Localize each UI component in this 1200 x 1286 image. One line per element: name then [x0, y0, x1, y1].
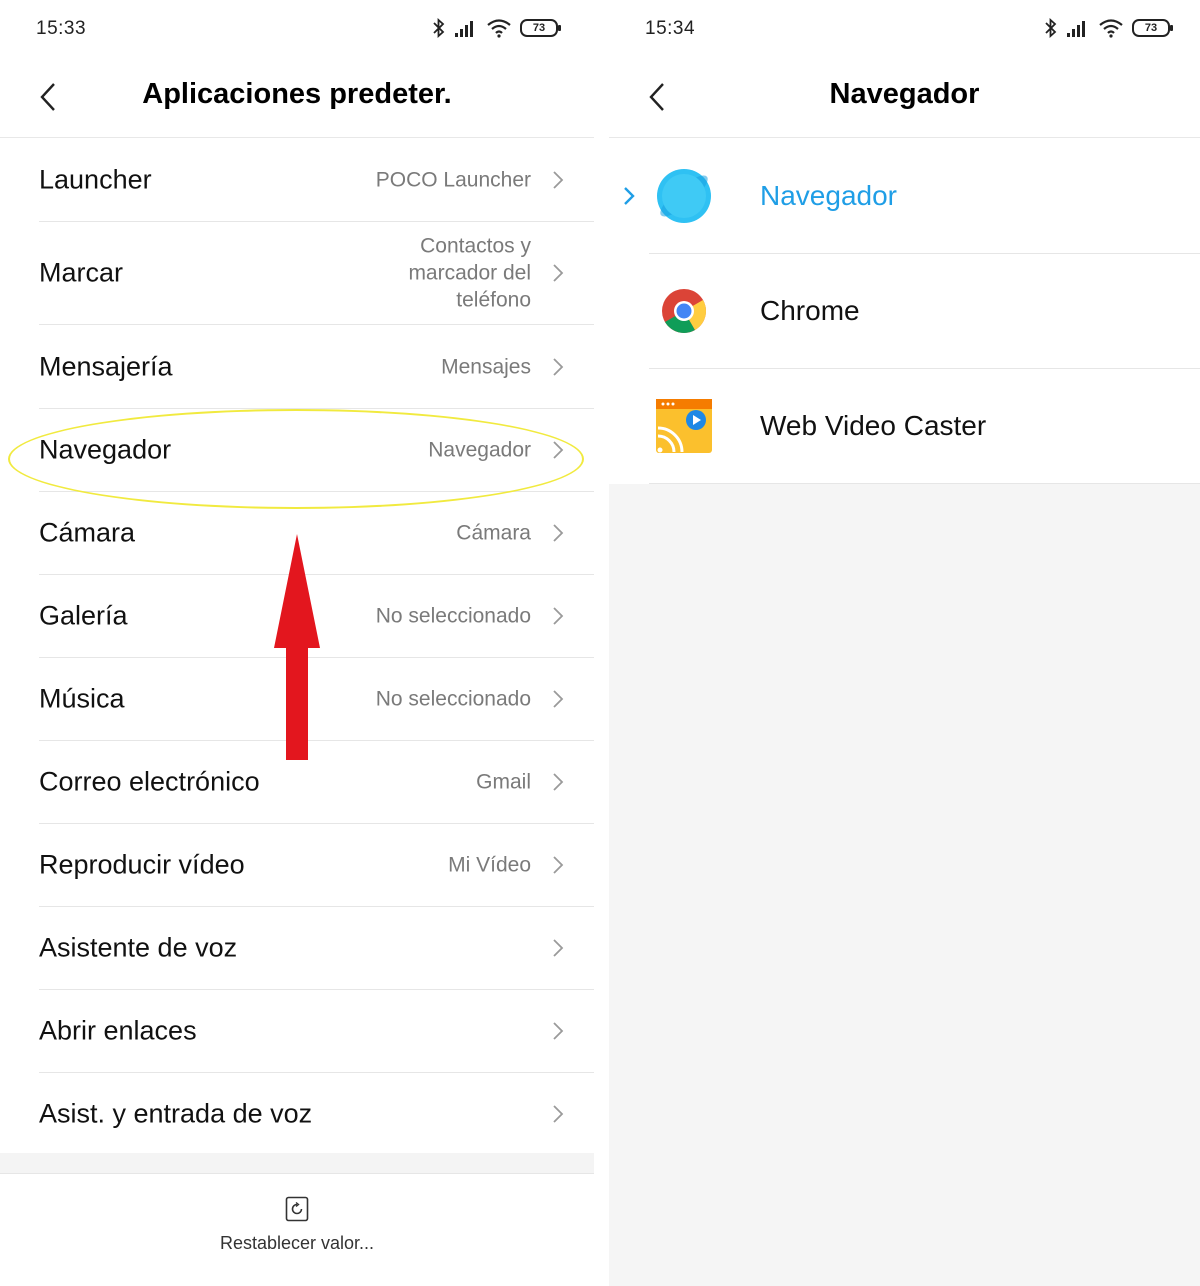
default-apps-screen: 15:33 73 Aplicaciones predeter. Launcher…: [0, 0, 594, 1286]
reset-icon: [285, 1196, 309, 1222]
app-name: Chrome: [760, 295, 860, 326]
status-time: 15:33: [36, 18, 87, 39]
status-icons: 73: [432, 16, 561, 40]
red-arrow-annotation: [274, 534, 320, 760]
settings-item-video-player[interactable]: Reproducir vídeo Mi Vídeo: [39, 823, 594, 907]
settings-item-voice-assistant[interactable]: Asistente de voz: [39, 906, 594, 990]
chevron-right-icon: [553, 170, 564, 189]
app-name: Web Video Caster: [760, 410, 987, 441]
settings-item-voice-input[interactable]: Asist. y entrada de voz: [39, 1072, 594, 1155]
settings-item-launcher[interactable]: Launcher POCO Launcher: [39, 138, 594, 222]
screen-divider: [594, 0, 609, 1286]
settings-item-dialer[interactable]: Marcar Contactos y marcador del teléfono: [39, 221, 594, 325]
signal-icon: [455, 21, 473, 37]
app-name: Navegador: [760, 180, 897, 211]
reset-label: Restablecer valor...: [219, 1233, 375, 1253]
section-divider: [0, 1153, 594, 1174]
item-value: No seleccionado: [375, 687, 531, 710]
header: Aplicaciones predeter.: [0, 58, 594, 138]
settings-item-open-links[interactable]: Abrir enlaces: [39, 989, 594, 1073]
chevron-right-icon: [553, 523, 564, 542]
chevron-right-icon: [553, 357, 564, 376]
wifi-icon: [1099, 19, 1123, 38]
item-label: Marcar: [39, 257, 124, 287]
item-label: Abrir enlaces: [39, 1015, 197, 1045]
item-value: POCO Launcher: [375, 168, 531, 191]
status-bar: 15:34 73: [609, 0, 1200, 58]
status-icons: 73: [1044, 16, 1173, 40]
browser-picker-screen: 15:34 73 Navegador Navegador Chrome Web …: [609, 0, 1200, 1286]
chevron-right-icon: [553, 689, 564, 708]
item-value: Cámara: [456, 521, 531, 544]
item-label: Correo electrónico: [39, 766, 260, 796]
item-value: Mi Vídeo: [448, 853, 531, 876]
page-title: Navegador: [829, 78, 980, 110]
battery-icon: 73: [1132, 19, 1173, 37]
chrome-icon: [662, 289, 706, 333]
chevron-right-icon: [553, 772, 564, 791]
item-value: Contactos y marcador del teléfono: [408, 234, 531, 311]
signal-icon: [1067, 21, 1085, 37]
item-value: Gmail: [476, 770, 531, 793]
app-option-web-video-caster[interactable]: Web Video Caster: [649, 369, 1200, 484]
item-label: Música: [39, 683, 125, 713]
item-label: Reproducir vídeo: [39, 849, 245, 879]
header: Navegador: [609, 58, 1200, 138]
wifi-icon: [487, 19, 511, 38]
settings-item-messaging[interactable]: Mensajería Mensajes: [39, 325, 594, 409]
web-video-caster-icon: [656, 399, 712, 453]
item-value: Mensajes: [441, 355, 531, 378]
status-bar: 15:33 73: [0, 0, 594, 58]
selected-chevron-icon: [624, 187, 635, 205]
battery-icon: 73: [520, 19, 561, 37]
item-label: Asist. y entrada de voz: [39, 1098, 313, 1128]
item-label: Asistente de voz: [39, 932, 238, 962]
item-label: Galería: [39, 600, 128, 630]
chevron-right-icon: [553, 1021, 564, 1040]
bluetooth-icon: [433, 18, 445, 38]
item-label: Cámara: [39, 517, 136, 547]
highlight-ellipse: [8, 409, 584, 509]
bluetooth-icon: [1045, 18, 1057, 38]
app-option-navegador[interactable]: Navegador: [624, 139, 1200, 254]
reset-button[interactable]: Restablecer valor...: [0, 1196, 594, 1254]
chevron-right-icon: [553, 938, 564, 957]
status-time: 15:34: [645, 18, 696, 39]
item-label: Launcher: [39, 164, 152, 194]
app-option-chrome[interactable]: Chrome: [649, 254, 1200, 369]
item-value: No seleccionado: [375, 604, 531, 627]
item-label: Mensajería: [39, 351, 173, 381]
chevron-right-icon: [553, 263, 564, 282]
chevron-right-icon: [553, 1104, 564, 1123]
chevron-right-icon: [553, 606, 564, 625]
empty-area: [609, 484, 1200, 1286]
chevron-right-icon: [553, 855, 564, 874]
mi-browser-icon: [657, 169, 711, 223]
page-title: Aplicaciones predeter.: [142, 78, 452, 110]
